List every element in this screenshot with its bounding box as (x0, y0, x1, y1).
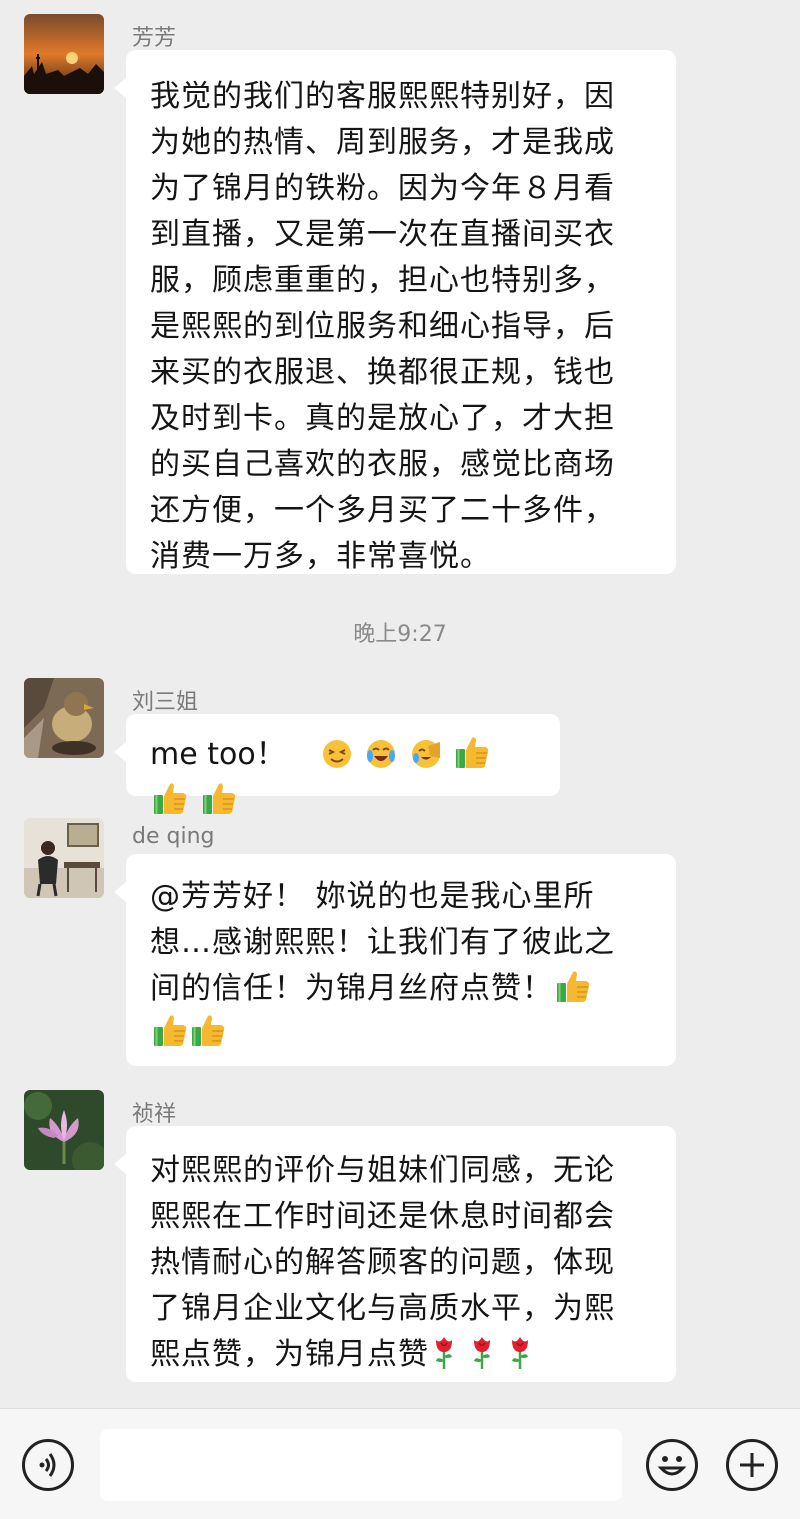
rose-emoji (507, 1334, 533, 1370)
rose-emoji (431, 1334, 457, 1370)
duck-avatar-image (24, 678, 104, 758)
thumbs-up-emoji (201, 780, 237, 816)
thumbs-up-emoji (152, 780, 188, 816)
message-line: 的买自己喜欢的衣服，感觉比商场 (150, 447, 615, 482)
rose-emoji (469, 1334, 495, 1370)
sender-name: 芳芳 (132, 26, 177, 51)
thumbs-up-emoji (454, 734, 490, 770)
message-line: 热情耐心的解答顾客的问题，体现 (150, 1245, 615, 1280)
message-bubble[interactable]: 对熙熙的评价与姐妹们同感，无论 熙熙在工作时间还是休息时间都会 热情耐心的解答顾… (114, 1126, 676, 1382)
sunset-avatar-image (24, 14, 104, 94)
thumbs-up-emoji (152, 1012, 188, 1048)
emoji-button[interactable] (646, 1439, 698, 1491)
message-line: 服，顾虑重重的，担心也特别多， (150, 263, 615, 298)
message-line: 间的信任！为锦月丝府点赞！ (150, 971, 553, 1006)
thumbs-up-emoji (190, 1012, 226, 1048)
message-bubble[interactable]: 我觉的我们的客服熙熙特别好，因 为她的热情、周到服务，才是我成 为了锦月的铁粉。… (114, 50, 676, 574)
message-input[interactable] (100, 1429, 622, 1501)
tears-of-joy-emoji (367, 740, 396, 768)
sender-name: 祯祥 (132, 1102, 177, 1127)
message-bubble[interactable]: me too！ (114, 714, 560, 796)
message-line: 来买的衣服退、换都很正规，钱也 (150, 355, 615, 390)
message-line: 熙熙在工作时间还是休息时间都会 (150, 1199, 615, 1234)
avatar[interactable] (24, 678, 104, 758)
voice-button[interactable] (22, 1439, 74, 1491)
lotus-avatar-image (24, 1090, 104, 1170)
message-line: 消费一万多，非常喜悦。 (150, 539, 491, 574)
message-line: 想…感谢熙熙！让我们有了彼此之 (150, 925, 615, 960)
message-line: 对熙熙的评价与姐妹们同感，无论 (150, 1153, 615, 1188)
sender-name: de qing (132, 824, 215, 849)
message-line: 了锦月企业文化与高质水平，为熙 (150, 1291, 615, 1326)
timestamp: 晚上9:27 (353, 622, 447, 647)
squint-smile-emoji (322, 740, 351, 768)
laughing-cover-face-emoji (411, 740, 440, 768)
message-line: 为了锦月的铁粉。因为今年８月看 (150, 171, 615, 206)
more-options-button[interactable] (726, 1439, 778, 1491)
message-line: 及时到卡。真的是放心了，才大担 (150, 401, 615, 436)
message-line: 是熙熙的到位服务和细心指导，后 (150, 309, 615, 344)
message-line: 熙点赞，为锦月点赞 (150, 1337, 429, 1372)
message-line: 为她的热情、周到服务，才是我成 (150, 125, 615, 160)
message-line: 还方便，一个多月买了二十多件， (150, 493, 615, 528)
emoji-icon (657, 1456, 687, 1476)
message-text: me too！ (150, 737, 286, 772)
message-line: 到直播，又是第一次在直播间买衣 (150, 217, 615, 252)
input-bar (0, 1408, 800, 1519)
avatar[interactable] (24, 1090, 104, 1170)
message-line: 我觉的我们的客服熙熙特别好，因 (150, 79, 615, 114)
avatar[interactable] (24, 818, 104, 898)
plus-icon (740, 1453, 764, 1477)
message-line: @芳芳好！ 妳说的也是我心里所 (150, 879, 595, 914)
thumbs-up-emoji (555, 968, 591, 1004)
portrait-avatar-image (24, 818, 104, 898)
sender-name: 刘三姐 (132, 690, 199, 715)
message-bubble[interactable]: @芳芳好！ 妳说的也是我心里所 想…感谢熙熙！让我们有了彼此之 间的信任！为锦月… (114, 854, 676, 1066)
avatar[interactable] (24, 14, 104, 94)
voice-icon (39, 1453, 56, 1477)
